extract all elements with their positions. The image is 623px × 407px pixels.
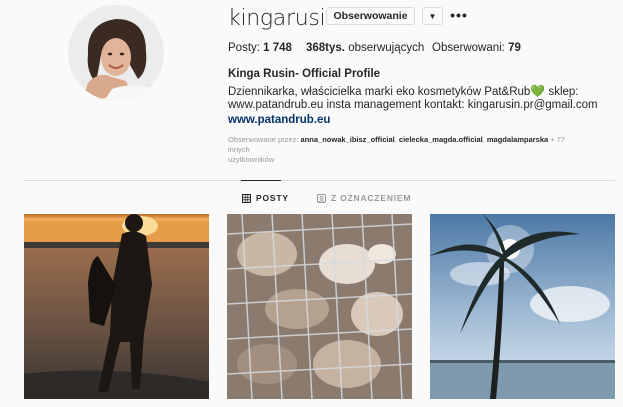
followed-by-suffix-2[interactable]: użytkowników (228, 155, 274, 164)
active-tab-indicator (241, 180, 281, 181)
followers-value: 368tys. (306, 42, 346, 54)
grid-icon (242, 193, 251, 203)
chevron-down-icon: ▼ (428, 11, 437, 21)
avatar-image (68, 5, 164, 101)
bio-text-1a: Dziennikarka, właścicielka marki eko kos… (228, 86, 531, 98)
followed-by-info: Obserwowane przez: anna_nowak_ibisz_offi… (228, 135, 588, 165)
following-count[interactable]: Obserwowani: 79 (432, 42, 521, 54)
follower-user-link[interactable]: anna_nowak_ibisz_official (301, 135, 395, 144)
following-label: Obserwowani: (432, 42, 505, 54)
followers-label: obserwujących (348, 42, 425, 54)
caged-animals-photo (227, 214, 412, 399)
bio-website-link[interactable]: www.patandrub.eu (228, 114, 330, 126)
tagged-icon (317, 193, 326, 203)
tab-tagged-label: Z OZNACZENIEM (331, 193, 412, 203)
follower-user-link[interactable]: magdalamparska (487, 135, 548, 144)
profile-username: kingarusin (228, 6, 339, 31)
bio-line-2: www.patandrub.eu insta management kontak… (228, 99, 598, 111)
post-thumbnail[interactable] (227, 214, 412, 399)
bio-text-1b: sklep: (545, 86, 579, 98)
tab-posts-label: POSTY (256, 193, 289, 203)
bio-line-1: Dziennikarka, właścicielka marki eko kos… (228, 84, 579, 98)
followers-count[interactable]: 368tys. obserwujących (306, 42, 424, 54)
posts-count: Posty: 1 748 (228, 42, 292, 54)
post-thumbnail[interactable] (430, 214, 615, 399)
posts-value: 1 748 (263, 42, 292, 54)
followed-by-prefix: Obserwowane przez: (228, 135, 299, 144)
tab-posts[interactable]: POSTY (242, 193, 289, 203)
green-heart-icon: 💚 (530, 84, 546, 98)
following-value: 79 (508, 42, 521, 54)
bio-full-name: Kinga Rusin- Official Profile (228, 68, 381, 80)
following-button[interactable]: Obserwowanie (326, 7, 415, 25)
tab-tagged[interactable]: Z OZNACZENIEM (317, 193, 411, 203)
post-thumbnail[interactable] (24, 214, 209, 399)
tabs-divider (24, 180, 615, 181)
posts-label: Posty: (228, 42, 260, 54)
profile-avatar[interactable] (68, 5, 164, 101)
suggestions-dropdown-button[interactable]: ▼ (422, 7, 443, 25)
sunset-silhouette-photo (24, 214, 209, 399)
palm-tree-sun-photo (430, 214, 615, 399)
more-options-icon[interactable]: ••• (450, 6, 467, 24)
follower-user-link[interactable]: cielecka_magda.official (399, 135, 483, 144)
